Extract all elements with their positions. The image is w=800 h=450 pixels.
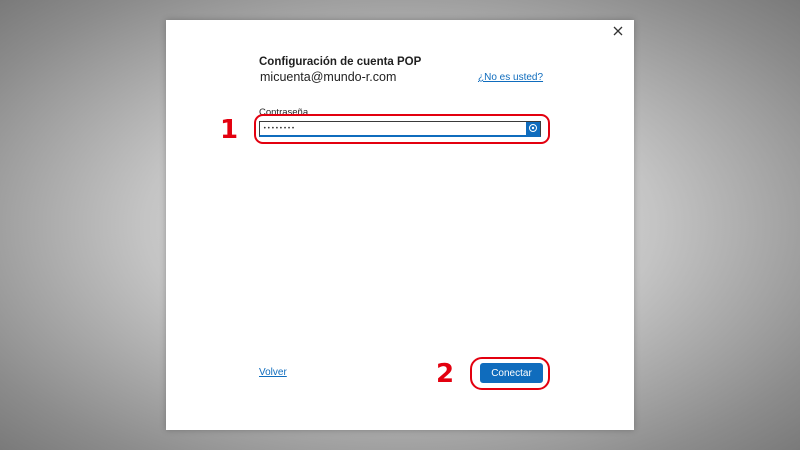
step-number-2: 2	[436, 359, 455, 389]
close-button[interactable]	[610, 23, 626, 39]
account-email: micuenta@mundo-r.com	[260, 70, 397, 84]
highlight-oval-connect	[470, 357, 550, 390]
highlight-oval-password	[254, 114, 550, 144]
dialog-title: Configuración de cuenta POP	[259, 56, 422, 68]
step-number-1: 1	[220, 115, 239, 145]
not-you-link[interactable]: ¿No es usted?	[478, 72, 543, 83]
pop-account-dialog: Configuración de cuenta POP micuenta@mun…	[166, 20, 634, 430]
back-link[interactable]: Volver	[259, 367, 287, 378]
close-icon	[613, 26, 623, 36]
